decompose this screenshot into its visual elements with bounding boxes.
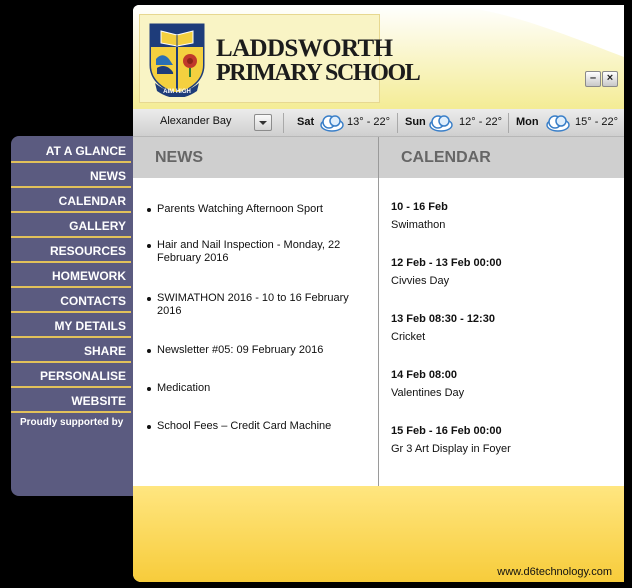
calendar-event[interactable]: 13 Feb 08:30 - 12:30 Cricket [391,313,495,343]
news-item[interactable]: SWIMATHON 2016 - 10 to 16 February 2016 [146,292,366,318]
motto-text: AIM HIGH [163,89,191,95]
event-date: 15 Feb - 16 Feb 00:00 [391,425,502,437]
weather-temp: 12° - 22° [459,116,503,128]
weather-day-name: Sat [297,116,315,128]
event-title: Civvies Day [391,275,450,287]
calendar-event[interactable]: 14 Feb 08:00 Valentines Day [391,369,464,399]
footer: www.d6technology.com [133,486,624,582]
weather-divider [397,113,398,133]
nav-item-my-details[interactable]: MY DETAILS [11,314,131,338]
nav-item-at-a-glance[interactable]: AT A GLANCE [11,139,131,163]
school-name-line1: LADDSWORTH [216,35,393,62]
nav-item-contacts[interactable]: CONTACTS [11,289,131,313]
calendar-event[interactable]: 12 Feb - 13 Feb 00:00 Civvies Day [391,257,502,287]
header: AIM HIGH LADDSWORTH PRIMARY SCHOOL – × [133,5,624,109]
weather-divider [508,113,509,133]
nav-item-resources[interactable]: RESOURCES [11,239,131,263]
school-crest-icon: AIM HIGH [149,23,205,97]
news-item[interactable]: Hair and Nail Inspection - Monday, 22 Fe… [146,239,366,265]
nav-item-news[interactable]: NEWS [11,164,131,188]
close-button[interactable]: × [602,71,618,87]
event-title: Cricket [391,331,426,343]
nav-item-homework[interactable]: HOMEWORK [11,264,131,288]
nav-item-personalise[interactable]: PERSONALISE [11,364,131,388]
news-item[interactable]: Parents Watching Afternoon Sport [146,203,323,216]
event-date: 12 Feb - 13 Feb 00:00 [391,257,502,269]
footer-link[interactable]: www.d6technology.com [497,566,612,578]
panel-divider [378,137,379,486]
weather-temp: 13° - 22° [347,116,391,128]
event-title: Valentines Day [391,387,465,399]
weather-temp: 15° - 22° [575,116,619,128]
event-date: 14 Feb 08:00 [391,369,458,381]
cloud-icon [320,115,344,132]
calendar-header: CALENDAR [379,137,624,178]
nav-item-website[interactable]: WEBSITE [11,389,131,413]
event-title: Swimathon [391,219,446,231]
calendar-event[interactable]: 15 Feb - 16 Feb 00:00 Gr 3 Art Display i… [391,425,511,455]
event-date: 10 - 16 Feb [391,201,448,213]
news-item[interactable]: Newsletter #05: 09 February 2016 [146,344,323,357]
close-icon: × [606,72,614,84]
news-header: NEWS [133,137,378,178]
weather-location: Alexander Bay [160,115,232,127]
weather-bar: Alexander Bay Sat 13° - 22° Sun 12° - 22… [133,109,624,137]
content-panels: NEWS CALENDAR Parents Watching Afternoon… [133,137,624,486]
weather-day-name: Sun [405,116,426,128]
school-name: LADDSWORTH PRIMARY SCHOOL [216,35,421,86]
event-date: 13 Feb 08:30 - 12:30 [391,313,495,325]
school-logo[interactable]: AIM HIGH LADDSWORTH PRIMARY SCHOOL [139,14,421,103]
minimize-button[interactable]: – [585,71,601,87]
news-title: NEWS [155,149,203,166]
app-window: AIM HIGH LADDSWORTH PRIMARY SCHOOL – × A… [133,5,624,582]
nav-item-calendar[interactable]: CALENDAR [11,189,131,213]
weather-day-sun: Sun 12° - 22° [405,109,510,136]
weather-day-mon: Mon 15° - 22° [516,109,624,136]
sidebar-nav: AT A GLANCE NEWS CALENDAR GALLERY RESOUR… [11,136,133,496]
supported-by-text: Proudly supported by [20,417,124,428]
event-title: Gr 3 Art Display in Foyer [391,443,511,455]
calendar-event[interactable]: 10 - 16 Feb Swimathon [391,201,448,231]
weather-divider [283,113,284,133]
news-item[interactable]: School Fees – Credit Card Machine [146,420,331,433]
nav-item-gallery[interactable]: GALLERY [11,214,131,238]
cloud-icon [429,115,453,132]
weather-day-name: Mon [516,116,539,128]
news-item[interactable]: Medication [146,382,210,395]
cloud-icon [546,115,570,132]
school-name-line2: PRIMARY SCHOOL [216,60,421,86]
weather-day-sat: Sat 13° - 22° [297,109,402,136]
location-dropdown-button[interactable] [254,114,272,131]
nav-item-share[interactable]: SHARE [11,339,131,363]
minimize-icon: – [589,72,597,84]
calendar-title: CALENDAR [401,149,491,166]
